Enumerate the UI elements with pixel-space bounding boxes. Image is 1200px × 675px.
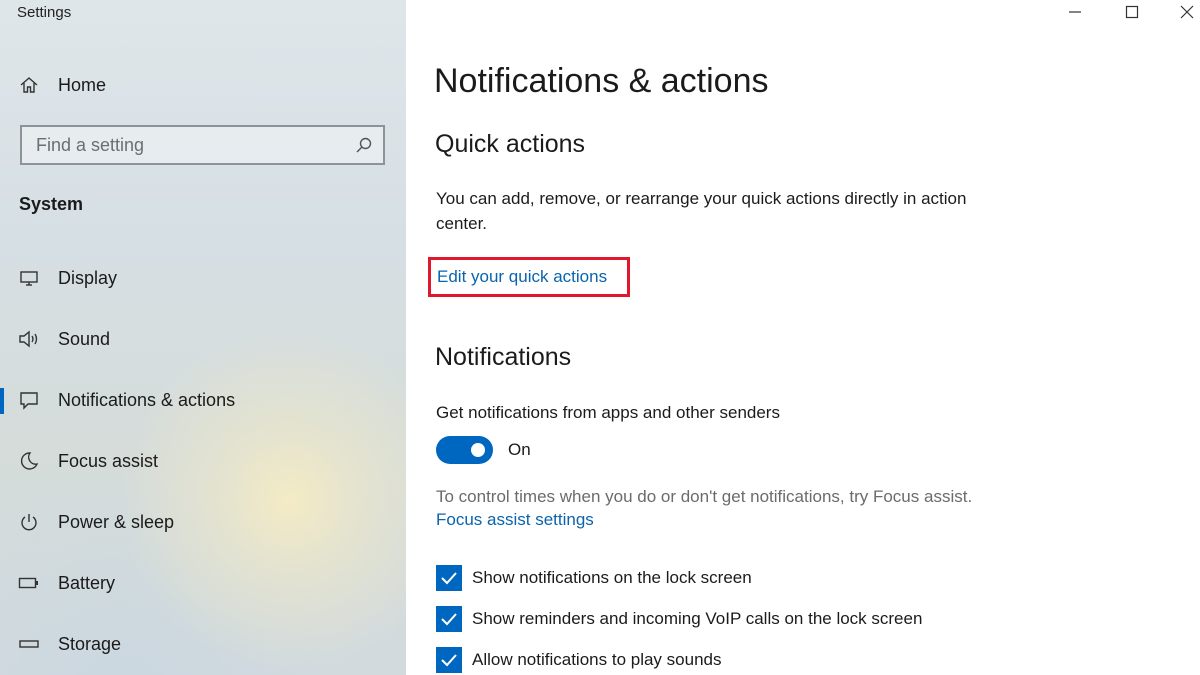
notifications-heading: Notifications: [435, 343, 572, 371]
sidebar-item-home[interactable]: Home: [0, 63, 406, 107]
toggle-knob: [471, 443, 485, 457]
notifications-icon: [18, 389, 40, 411]
checkbox-checked-icon[interactable]: [436, 565, 462, 591]
checkbox-label: Show reminders and incoming VoIP calls o…: [472, 609, 923, 628]
sidebar-item-label: Notifications & actions: [58, 389, 236, 410]
display-icon: [18, 267, 40, 289]
storage-icon: [18, 633, 40, 655]
sidebar-item-focus-assist[interactable]: Focus assist: [0, 439, 406, 483]
sidebar-item-display[interactable]: Display: [0, 256, 406, 300]
sidebar: Settings Home System Display: [0, 0, 406, 675]
sidebar-item-storage[interactable]: Storage: [0, 622, 406, 666]
focus-assist-settings-link[interactable]: Focus assist settings: [436, 510, 594, 530]
checkbox-label: Allow notifications to play sounds: [472, 650, 722, 669]
reminders-voip-checkbox[interactable]: Show reminders and incoming VoIP calls o…: [436, 605, 922, 633]
close-icon: [1180, 5, 1194, 24]
app-title: Settings: [17, 4, 72, 21]
sound-icon: [18, 328, 40, 350]
main-content: Notifications & actions Quick actions Yo…: [406, 0, 1200, 675]
get-notifications-label: Get notifications from apps and other se…: [436, 403, 780, 422]
search-icon[interactable]: [355, 136, 373, 154]
sidebar-item-label: Focus assist: [58, 450, 159, 471]
minimize-icon: [1068, 5, 1082, 24]
moon-icon: [18, 450, 40, 472]
quick-actions-description: You can add, remove, or rearrange your q…: [436, 189, 967, 233]
play-sounds-checkbox[interactable]: Allow notifications to play sounds: [436, 646, 721, 674]
sidebar-item-label: Power & sleep: [58, 511, 175, 532]
sidebar-item-sound[interactable]: Sound: [0, 317, 406, 361]
toggle-state-label: On: [508, 440, 531, 459]
quick-actions-heading: Quick actions: [435, 130, 586, 158]
page-title: Notifications & actions: [434, 62, 769, 100]
close-button[interactable]: [1162, 0, 1200, 28]
checkbox-label: Show notifications on the lock screen: [472, 568, 752, 587]
sidebar-item-label: Storage: [58, 633, 122, 654]
sidebar-item-battery[interactable]: Battery: [0, 561, 406, 605]
sidebar-item-power-sleep[interactable]: Power & sleep: [0, 500, 406, 544]
battery-icon: [18, 572, 40, 594]
minimize-button[interactable]: [1050, 0, 1100, 28]
sidebar-item-label: Display: [58, 267, 118, 288]
power-icon: [18, 511, 40, 533]
edit-quick-actions-link[interactable]: Edit your quick actions: [437, 267, 607, 287]
search-box: [20, 125, 385, 165]
notifications-toggle[interactable]: [436, 436, 493, 464]
sidebar-item-label: Battery: [58, 572, 116, 593]
sidebar-item-label: Sound: [58, 328, 111, 349]
sidebar-section-heading: System: [19, 194, 84, 214]
sidebar-item-label: Home: [58, 74, 107, 95]
maximize-icon: [1125, 5, 1139, 24]
maximize-button[interactable]: [1107, 0, 1157, 28]
sidebar-item-notifications[interactable]: Notifications & actions: [0, 378, 406, 422]
checkbox-checked-icon[interactable]: [436, 647, 462, 673]
checkbox-checked-icon[interactable]: [436, 606, 462, 632]
focus-assist-hint: To control times when you do or don't ge…: [436, 487, 973, 506]
search-input[interactable]: [22, 127, 342, 163]
home-icon: [18, 74, 40, 96]
lock-screen-notifications-checkbox[interactable]: Show notifications on the lock screen: [436, 564, 752, 592]
